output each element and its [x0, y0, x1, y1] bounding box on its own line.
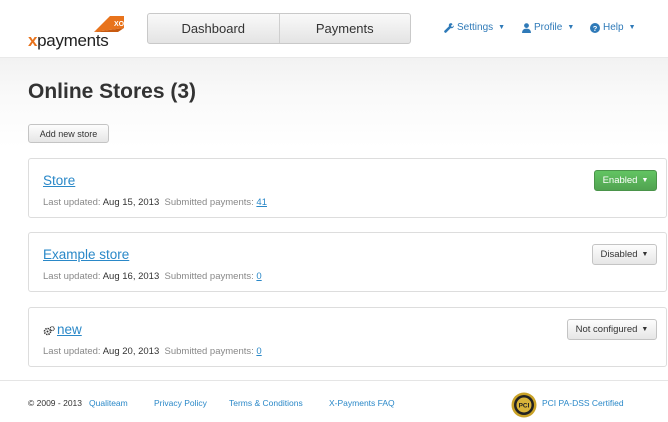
submitted-payments-label: Submitted payments: — [164, 197, 254, 208]
last-updated-value: Aug 16, 2013 — [102, 271, 160, 282]
tab-payments[interactable]: Payments — [278, 14, 411, 43]
submitted-payments-link[interactable]: 0 — [256, 346, 261, 357]
footer-link-privacy-policy[interactable]: Privacy Policy — [154, 398, 207, 408]
svg-text:XO: XO — [114, 21, 125, 28]
store-meta: Last updated: Aug 15, 2013 Submitted pay… — [43, 197, 267, 208]
header: XO xpayments Dashboard Payments Settings… — [0, 0, 668, 57]
xpayments-logo[interactable]: XO xpayments — [28, 14, 125, 50]
pci-certified-link[interactable]: PCI PA-DSS Certified — [542, 398, 624, 408]
gears-icon — [43, 325, 55, 336]
help-label: Help — [603, 22, 624, 33]
copyright: © 2009 - 2013 — [28, 398, 82, 408]
store-card-store: Store Last updated: Aug 15, 2013 Submitt… — [28, 158, 667, 218]
last-updated-label: Last updated: — [43, 197, 101, 208]
pci-seal-icon: PCI — [511, 392, 537, 418]
caret-down-icon: ▼ — [641, 326, 649, 333]
footer: © 2009 - 2013 Qualiteam Privacy Policy T… — [0, 380, 668, 422]
status-dropdown-not-configured[interactable]: Not configured ▼ — [567, 319, 657, 340]
chevron-down-icon: ▼ — [628, 24, 636, 31]
page-title: Online Stores (3) — [28, 80, 197, 103]
profile-label: Profile — [534, 22, 563, 33]
submitted-payments-label: Submitted payments: — [164, 271, 254, 282]
footer-link-faq[interactable]: X-Payments FAQ — [329, 398, 395, 408]
chevron-down-icon: ▼ — [567, 24, 575, 31]
logo-text: xpayments — [28, 31, 109, 50]
status-label: Disabled — [600, 249, 638, 260]
caret-down-icon: ▼ — [641, 177, 649, 184]
user-icon — [522, 22, 531, 33]
store-name-link[interactable]: Store — [43, 173, 75, 188]
add-new-store-button[interactable]: Add new store — [28, 124, 109, 143]
footer-link-terms[interactable]: Terms & Conditions — [229, 398, 303, 408]
store-card-new: new Last updated: Aug 20, 2013 Submitted… — [28, 307, 667, 367]
store-meta: Last updated: Aug 20, 2013 Submitted pay… — [43, 346, 262, 357]
svg-text:PCI: PCI — [519, 403, 530, 410]
settings-menu[interactable]: Settings ▼ — [444, 22, 505, 33]
question-circle-icon: ? — [590, 22, 600, 33]
status-dropdown-disabled[interactable]: Disabled ▼ — [592, 244, 657, 265]
last-updated-value: Aug 15, 2013 — [102, 197, 160, 208]
chevron-down-icon: ▼ — [498, 24, 506, 31]
store-name-link[interactable]: new — [57, 322, 82, 337]
settings-label: Settings — [457, 22, 494, 33]
wrench-icon — [444, 22, 454, 33]
store-card-example-store: Example store Last updated: Aug 16, 2013… — [28, 232, 667, 292]
main-nav: Dashboard Payments — [147, 13, 411, 44]
caret-down-icon: ▼ — [641, 251, 649, 258]
status-label: Not configured — [575, 324, 638, 335]
store-name-link[interactable]: Example store — [43, 247, 129, 262]
last-updated-label: Last updated: — [43, 346, 101, 357]
submitted-payments-label: Submitted payments: — [164, 346, 254, 357]
status-dropdown-enabled[interactable]: Enabled ▼ — [594, 170, 657, 191]
last-updated-label: Last updated: — [43, 271, 101, 282]
submitted-payments-link[interactable]: 41 — [256, 197, 267, 208]
status-label: Enabled — [602, 175, 638, 186]
help-menu[interactable]: ? Help ▼ — [590, 22, 636, 33]
submitted-payments-link[interactable]: 0 — [256, 271, 261, 282]
tab-dashboard[interactable]: Dashboard — [148, 14, 279, 43]
footer-link-qualiteam[interactable]: Qualiteam — [89, 398, 128, 408]
svg-text:?: ? — [593, 24, 598, 33]
last-updated-value: Aug 20, 2013 — [102, 346, 160, 357]
profile-menu[interactable]: Profile ▼ — [522, 22, 574, 33]
store-meta: Last updated: Aug 16, 2013 Submitted pay… — [43, 271, 262, 282]
main-content: Online Stores (3) Add new store Store La… — [0, 57, 668, 380]
